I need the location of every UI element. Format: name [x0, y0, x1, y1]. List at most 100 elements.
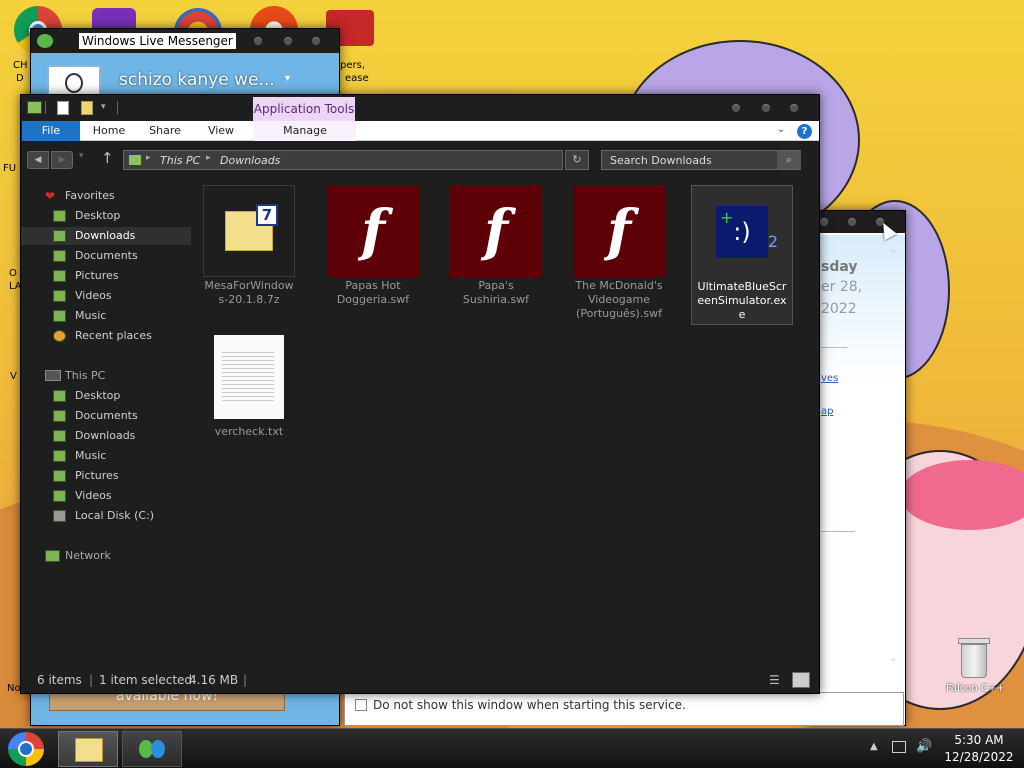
taskbar-messenger-button[interactable] — [122, 731, 182, 767]
nav-pc-music[interactable]: Music — [21, 447, 191, 465]
selection-size: 4.16 MB — [189, 673, 239, 687]
flash-icon: f — [450, 185, 542, 277]
nav-label: This PC — [65, 369, 106, 382]
nav-fav-pictures[interactable]: Pictures — [21, 267, 191, 285]
scroll-up-icon[interactable]: ⌃ — [889, 249, 897, 260]
breadcrumb-this-pc[interactable]: This PC — [160, 154, 200, 167]
nav-fav-desktop[interactable]: Desktop — [21, 207, 191, 225]
nav-fav-music[interactable]: Music — [21, 307, 191, 325]
link[interactable]: ves — [821, 373, 838, 384]
minimize-button[interactable] — [253, 36, 263, 46]
tab-view[interactable]: View — [196, 121, 246, 141]
clock-time[interactable]: 5:30 AM — [944, 733, 1014, 747]
address-bar[interactable]: ▸ This PC ▸ Downloads — [123, 150, 563, 170]
recent-locations-icon[interactable]: ▾ — [79, 151, 84, 161]
folder-icon — [128, 154, 142, 166]
clock-date[interactable]: 12/28/2022 — [944, 750, 1014, 764]
volume-icon[interactable]: 🔊 — [916, 739, 932, 754]
help-icon[interactable]: ? — [797, 124, 812, 139]
show-hidden-icons[interactable]: ▲ — [870, 741, 878, 752]
tab-share[interactable]: Share — [140, 121, 190, 141]
nav-fav-documents[interactable]: Documents — [21, 247, 191, 265]
maximize-button[interactable] — [761, 103, 771, 113]
tab-manage[interactable]: Manage — [254, 121, 356, 141]
nav-label: Desktop — [75, 209, 121, 222]
messenger-buddy-icon — [37, 34, 53, 48]
file-name: Doggeria.swf — [336, 293, 410, 306]
messenger-title: Windows Live Messenger — [79, 33, 236, 49]
nav-favorites[interactable]: ❤ Favorites — [21, 187, 191, 205]
desktop-icon-label: O — [9, 268, 17, 279]
large-icons-view-icon[interactable] — [792, 672, 810, 688]
nav-fav-videos[interactable]: Videos — [21, 287, 191, 305]
maximize-button[interactable] — [847, 217, 857, 227]
file-explorer-window[interactable]: ▾ Application Tools File Home Share View… — [20, 94, 820, 694]
minimize-button[interactable] — [731, 103, 741, 113]
minimize-button[interactable] — [819, 217, 829, 227]
file-name: Papa's — [478, 279, 514, 292]
refresh-icon[interactable]: ↻ — [565, 150, 589, 170]
new-folder-icon[interactable] — [81, 101, 93, 115]
file-item-mcdonalds[interactable]: f The McDonald's Videogame (Português).s… — [573, 185, 665, 321]
year-text: 2022 — [821, 301, 857, 317]
recycle-bin-icon[interactable] — [954, 634, 994, 680]
nav-network[interactable]: Network — [21, 547, 191, 565]
file-item-papas-sushiria[interactable]: f Papa's Sushiria.swf — [450, 185, 542, 307]
desktop-icon-label: CH — [13, 60, 28, 71]
dont-show-checkbox[interactable] — [355, 699, 367, 711]
nav-pc-desktop[interactable]: Desktop — [21, 387, 191, 405]
details-view-icon[interactable]: ☰ — [769, 673, 785, 687]
up-arrow-icon[interactable]: ↑ — [101, 149, 114, 167]
search-input[interactable]: Search Downloads — [601, 150, 801, 170]
file-name: Sushiria.swf — [462, 293, 530, 306]
messenger-username[interactable]: schizo kanye we... — [119, 70, 275, 90]
file-item-papas-doggeria[interactable]: f Papas Hot Doggeria.swf — [327, 185, 419, 307]
file-item-mesa[interactable]: 7 MesaForWindow s-20.1.8.7z — [203, 185, 295, 307]
nav-pc-localdisk[interactable]: Local Disk (C:) — [21, 507, 191, 525]
background-window[interactable]: sday er 28, 2022 ves ap ⌃ ⌄ — [806, 210, 906, 726]
nav-fav-downloads[interactable]: Downloads — [21, 227, 191, 245]
scroll-down-icon[interactable]: ⌄ — [889, 653, 897, 664]
forward-button[interactable]: ▶ — [51, 151, 73, 169]
nav-pc-videos[interactable]: Videos — [21, 487, 191, 505]
properties-icon[interactable] — [57, 101, 69, 115]
close-button[interactable] — [311, 36, 321, 46]
maximize-button[interactable] — [283, 36, 293, 46]
downloads-icon — [53, 430, 66, 442]
network-tray-icon[interactable] — [892, 741, 906, 753]
start-button[interactable] — [8, 732, 44, 766]
nav-label: Favorites — [65, 189, 115, 202]
explorer-titlebar[interactable]: ▾ Application Tools — [21, 95, 819, 121]
ribbon-expand-icon[interactable]: ⌄ — [777, 124, 785, 135]
tab-home[interactable]: Home — [84, 121, 134, 141]
qat-dropdown-icon[interactable]: ▾ — [101, 102, 106, 112]
breadcrumb-downloads[interactable]: Downloads — [220, 154, 280, 167]
recycle-bin-label: Falcon C++ — [946, 683, 1005, 694]
chevron-down-icon[interactable]: ▾ — [285, 73, 290, 84]
tab-file[interactable]: File — [22, 121, 80, 141]
taskbar-explorer-button[interactable] — [58, 731, 118, 767]
search-icon[interactable]: ⌕ — [777, 151, 801, 169]
nav-pc-documents[interactable]: Documents — [21, 407, 191, 425]
desktop-icon-label: No — [7, 683, 21, 694]
selection-count: 1 item selected — [99, 673, 193, 687]
file-item-vercheck[interactable]: vercheck.txt — [203, 335, 295, 439]
item-count: 6 items — [37, 673, 82, 687]
messenger-titlebar[interactable]: Windows Live Messenger — [31, 29, 339, 53]
bluescreen-icon: :) + 2 — [696, 186, 788, 278]
nav-label: Local Disk (C:) — [75, 509, 155, 522]
breadcrumb-separator-icon: ▸ — [146, 153, 151, 163]
application-tools-tab[interactable]: Application Tools — [253, 97, 355, 121]
file-name: s-20.1.8.7z — [218, 293, 280, 306]
nav-this-pc[interactable]: This PC — [21, 367, 191, 385]
pictures-icon — [53, 270, 66, 282]
file-item-bluescreen-selected[interactable]: :) + 2 UltimateBlueScr eenSimulator.ex e — [691, 185, 793, 325]
nav-pc-downloads[interactable]: Downloads — [21, 427, 191, 445]
desktop-icon — [53, 210, 66, 222]
back-button[interactable]: ◀ — [27, 151, 49, 169]
link[interactable]: ap — [821, 406, 833, 417]
close-button[interactable] — [789, 103, 799, 113]
nav-pc-pictures[interactable]: Pictures — [21, 467, 191, 485]
nav-fav-recent[interactable]: Recent places — [21, 327, 191, 345]
qat-separator — [45, 101, 46, 114]
